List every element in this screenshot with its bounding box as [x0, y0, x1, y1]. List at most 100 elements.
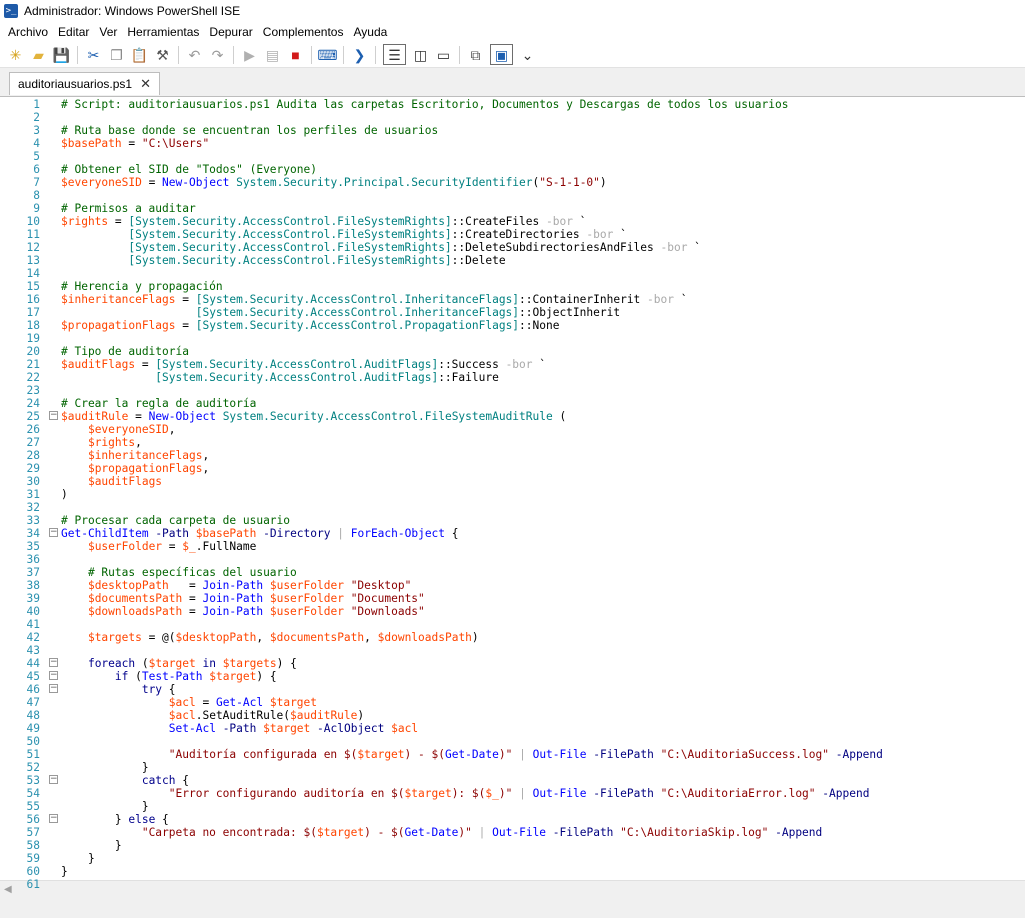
code-line[interactable]: 43 [0, 644, 1025, 657]
code-line[interactable]: 50 [0, 735, 1025, 748]
save-icon[interactable]: 💾 [50, 44, 73, 66]
code-line[interactable]: 13 [System.Security.AccessControl.FileSy… [0, 254, 1025, 267]
code-line[interactable]: 44− foreach ($target in $targets) { [0, 657, 1025, 670]
collapse-region-icon[interactable]: − [49, 684, 58, 693]
code-line[interactable]: 29 $propagationFlags, [0, 462, 1025, 475]
code-line[interactable]: 38 $desktopPath = Join-Path $userFolder … [0, 579, 1025, 592]
toolbar-overflow-icon[interactable]: ⌄ [516, 44, 539, 66]
show-script-right-icon[interactable]: ◫ [409, 44, 432, 66]
collapse-region-icon[interactable]: − [49, 671, 58, 680]
show-command-window-icon[interactable]: ⧉ [464, 44, 487, 66]
collapse-region-icon[interactable]: − [49, 658, 58, 667]
redo-icon[interactable]: ↷ [206, 44, 229, 66]
code-line[interactable]: 6 # Obtener el SID de "Todos" (Everyone) [0, 163, 1025, 176]
code-line[interactable]: 56− } else { [0, 813, 1025, 826]
code-line[interactable]: 18 $propagationFlags = [System.Security.A… [0, 319, 1025, 332]
code-line[interactable]: 45− if (Test-Path $target) { [0, 670, 1025, 683]
code-line[interactable]: 1 # Script: auditoriausuarios.ps1 Audita … [0, 98, 1025, 111]
code-line[interactable]: 33 # Procesar cada carpeta de usuario [0, 514, 1025, 527]
new-file-icon[interactable]: ✳ [4, 44, 27, 66]
paste-icon[interactable]: 📋 [128, 44, 151, 66]
code-line[interactable]: 15 # Herencia y propagación [0, 280, 1025, 293]
code-line[interactable]: 25− $auditRule = New-Object System.Securi… [0, 410, 1025, 423]
collapse-region-icon[interactable]: − [49, 814, 58, 823]
collapse-region-icon[interactable]: − [49, 528, 58, 537]
cut-icon[interactable]: ✂ [82, 44, 105, 66]
menu-item-editar[interactable]: Editar [53, 25, 94, 39]
code-line[interactable]: 3 # Ruta base donde se encuentran los per… [0, 124, 1025, 137]
code-line[interactable]: 47 $acl = Get-Acl $target [0, 696, 1025, 709]
menu-item-herramientas[interactable]: Herramientas [122, 25, 204, 39]
clear-icon[interactable]: ⚒ [151, 44, 174, 66]
menu-item-ayuda[interactable]: Ayuda [348, 25, 392, 39]
code-line[interactable]: 59 } [0, 852, 1025, 865]
code-line[interactable]: 61 [0, 878, 1025, 891]
remote-powershell-icon[interactable]: ⌨ [316, 44, 339, 66]
code-line[interactable]: 17 [System.Security.AccessControl.Inheri… [0, 306, 1025, 319]
code-line[interactable]: 40 $downloadsPath = Join-Path $userFolde… [0, 605, 1025, 618]
code-line[interactable]: 12 [System.Security.AccessControl.FileSy… [0, 241, 1025, 254]
code-line[interactable]: 52 } [0, 761, 1025, 774]
code-line[interactable]: 19 [0, 332, 1025, 345]
powershell-console-icon[interactable]: ❯ [348, 44, 371, 66]
copy-icon[interactable]: ❐ [105, 44, 128, 66]
menu-item-complementos[interactable]: Complementos [258, 25, 349, 39]
run-icon[interactable]: ▶ [238, 44, 261, 66]
code-line[interactable]: 30 $auditFlags [0, 475, 1025, 488]
menu-item-archivo[interactable]: Archivo [3, 25, 53, 39]
code-token: = [175, 293, 196, 306]
collapse-region-icon[interactable]: − [49, 411, 58, 420]
code-line[interactable]: 60} [0, 865, 1025, 878]
code-line[interactable]: 10 $rights = [System.Security.AccessContr… [0, 215, 1025, 228]
code-line[interactable]: 4 $basePath = "C:\Users" [0, 137, 1025, 150]
code-line[interactable]: 51 "Auditoría configurada en $($target) … [0, 748, 1025, 761]
menu-item-depurar[interactable]: Depurar [204, 25, 257, 39]
code-line[interactable]: 42 $targets = @($desktopPath, $documents… [0, 631, 1025, 644]
code-line[interactable]: 26 $everyoneSID, [0, 423, 1025, 436]
stop-icon[interactable]: ■ [284, 44, 307, 66]
code-line[interactable]: 16 $inheritanceFlags = [System.Security.A… [0, 293, 1025, 306]
menu-item-ver[interactable]: Ver [94, 25, 122, 39]
show-script-maximized-icon[interactable]: ▭ [432, 44, 455, 66]
show-script-top-icon[interactable]: ☰ [383, 44, 406, 65]
code-line[interactable]: 58 } [0, 839, 1025, 852]
code-line[interactable]: 36 [0, 553, 1025, 566]
run-selection-icon[interactable]: ▤ [261, 44, 284, 66]
code-line[interactable]: 39 $documentsPath = Join-Path $userFolde… [0, 592, 1025, 605]
tab-auditoriausuarios[interactable]: auditoriausuarios.ps1 ✕ [9, 72, 160, 95]
close-tab-icon[interactable]: ✕ [140, 76, 151, 92]
open-file-icon[interactable]: ▰ [27, 44, 50, 66]
code-line[interactable]: 14 [0, 267, 1025, 280]
code-line[interactable]: 11 [System.Security.AccessControl.FileSy… [0, 228, 1025, 241]
script-editor[interactable]: ◀ 1 # Script: auditoriausuarios.ps1 Audit… [0, 96, 1025, 900]
code-line[interactable]: 55 } [0, 800, 1025, 813]
undo-icon[interactable]: ↶ [183, 44, 206, 66]
code-line[interactable]: 54 "Error configurando auditoría en $($t… [0, 787, 1025, 800]
collapse-region-icon[interactable]: − [49, 775, 58, 784]
code-line[interactable]: 49 Set-Acl -Path $target -AclObject $acl [0, 722, 1025, 735]
code-line[interactable]: 7 $everyoneSID = New-Object System.Securi… [0, 176, 1025, 189]
code-line[interactable]: 27 $rights, [0, 436, 1025, 449]
code-line[interactable]: 53− catch { [0, 774, 1025, 787]
code-line[interactable]: 48 $acl.SetAuditRule($auditRule) [0, 709, 1025, 722]
code-line[interactable]: 31) [0, 488, 1025, 501]
code-line[interactable]: 28 $inheritanceFlags, [0, 449, 1025, 462]
code-line[interactable]: 57 "Carpeta no encontrada: $($target) - … [0, 826, 1025, 839]
code-line[interactable]: 41 [0, 618, 1025, 631]
code-line[interactable]: 20 # Tipo de auditoría [0, 345, 1025, 358]
code-line[interactable]: 32 [0, 501, 1025, 514]
code-line[interactable]: 21 $auditFlags = [System.Security.AccessC… [0, 358, 1025, 371]
code-line[interactable]: 37 # Rutas específicas del usuario [0, 566, 1025, 579]
code-line[interactable]: 22 [System.Security.AccessControl.AuditF… [0, 371, 1025, 384]
show-command-addon-icon[interactable]: ▣ [490, 44, 513, 65]
code-line[interactable]: 5 [0, 150, 1025, 163]
code-line[interactable]: 9 # Permisos a auditar [0, 202, 1025, 215]
code-line[interactable]: 2 [0, 111, 1025, 124]
code-line[interactable]: 23 [0, 384, 1025, 397]
code-line[interactable]: 34− Get-ChildItem -Path $basePath -Direct… [0, 527, 1025, 540]
code-line[interactable]: 24 # Crear la regla de auditoría [0, 397, 1025, 410]
code-line[interactable]: 35 $userFolder = $_.FullName [0, 540, 1025, 553]
code-line[interactable]: 8 [0, 189, 1025, 202]
code-line[interactable]: 46− try { [0, 683, 1025, 696]
